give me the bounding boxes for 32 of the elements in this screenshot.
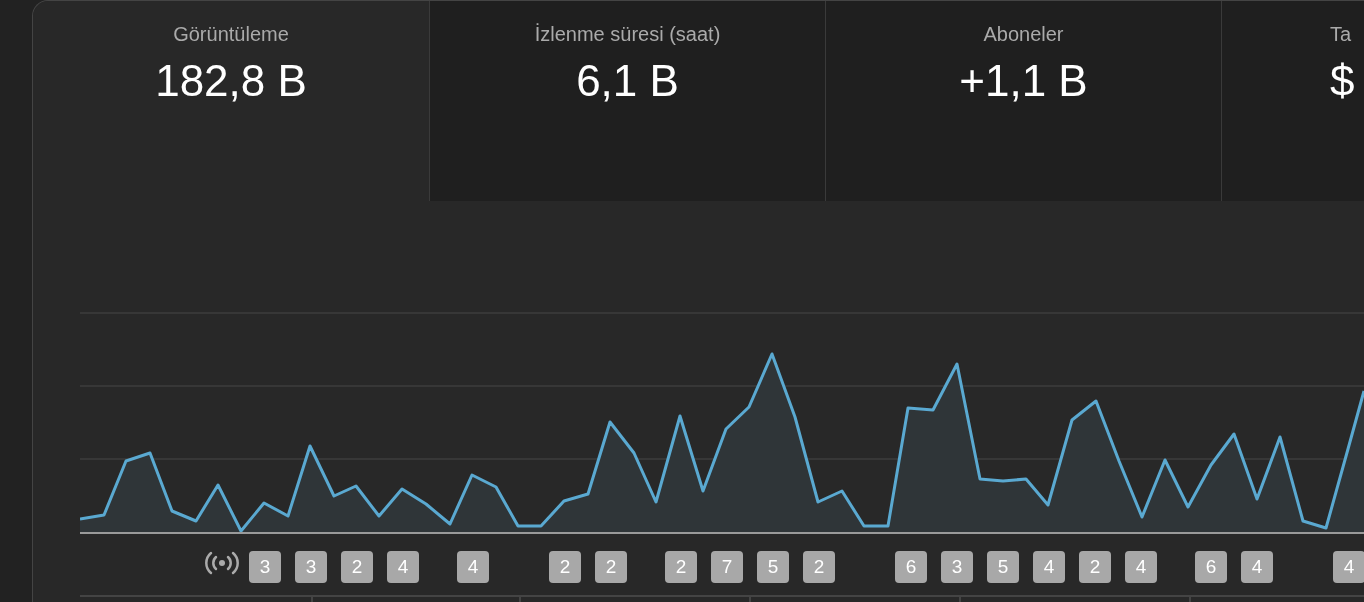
metric-label: Aboneler bbox=[983, 23, 1064, 46]
video-count-badge[interactable]: 2 bbox=[341, 551, 373, 583]
metric-value: +1,1 B bbox=[959, 56, 1088, 106]
video-count-badge[interactable]: 3 bbox=[941, 551, 973, 583]
video-count-badge[interactable]: 2 bbox=[549, 551, 581, 583]
live-broadcast-icon bbox=[204, 551, 240, 575]
video-count-badge[interactable]: 6 bbox=[895, 551, 927, 583]
metric-value: 6,1 B bbox=[576, 56, 679, 106]
metric-tab[interactable]: Ta $ bbox=[1221, 1, 1364, 201]
video-count-badge[interactable]: 3 bbox=[295, 551, 327, 583]
metric-label: Görüntüleme bbox=[173, 23, 289, 46]
video-count-badge[interactable]: 2 bbox=[803, 551, 835, 583]
video-count-badge[interactable]: 6 bbox=[1195, 551, 1227, 583]
video-count-badge[interactable]: 4 bbox=[1333, 551, 1364, 583]
video-count-badge[interactable]: 3 bbox=[249, 551, 281, 583]
video-count-badge[interactable]: 4 bbox=[457, 551, 489, 583]
metric-value: $ bbox=[1330, 56, 1355, 106]
video-count-badge[interactable]: 2 bbox=[1079, 551, 1111, 583]
video-count-badge[interactable]: 7 bbox=[711, 551, 743, 583]
video-count-badge[interactable]: 5 bbox=[987, 551, 1019, 583]
metric-tab[interactable]: İzlenme süresi (saat) 6,1 B bbox=[429, 1, 825, 201]
video-count-badge[interactable]: 2 bbox=[595, 551, 627, 583]
video-count-badge[interactable]: 4 bbox=[1241, 551, 1273, 583]
metric-tab[interactable]: Aboneler +1,1 B bbox=[825, 1, 1221, 201]
metric-label: İzlenme süresi (saat) bbox=[534, 23, 721, 46]
video-count-badge[interactable]: 5 bbox=[757, 551, 789, 583]
video-count-badge[interactable]: 2 bbox=[665, 551, 697, 583]
video-count-badge[interactable]: 4 bbox=[387, 551, 419, 583]
video-count-badge[interactable]: 4 bbox=[1033, 551, 1065, 583]
video-count-badge[interactable]: 4 bbox=[1125, 551, 1157, 583]
metric-value: 182,8 B bbox=[155, 56, 307, 106]
metric-label: Ta bbox=[1330, 23, 1352, 46]
